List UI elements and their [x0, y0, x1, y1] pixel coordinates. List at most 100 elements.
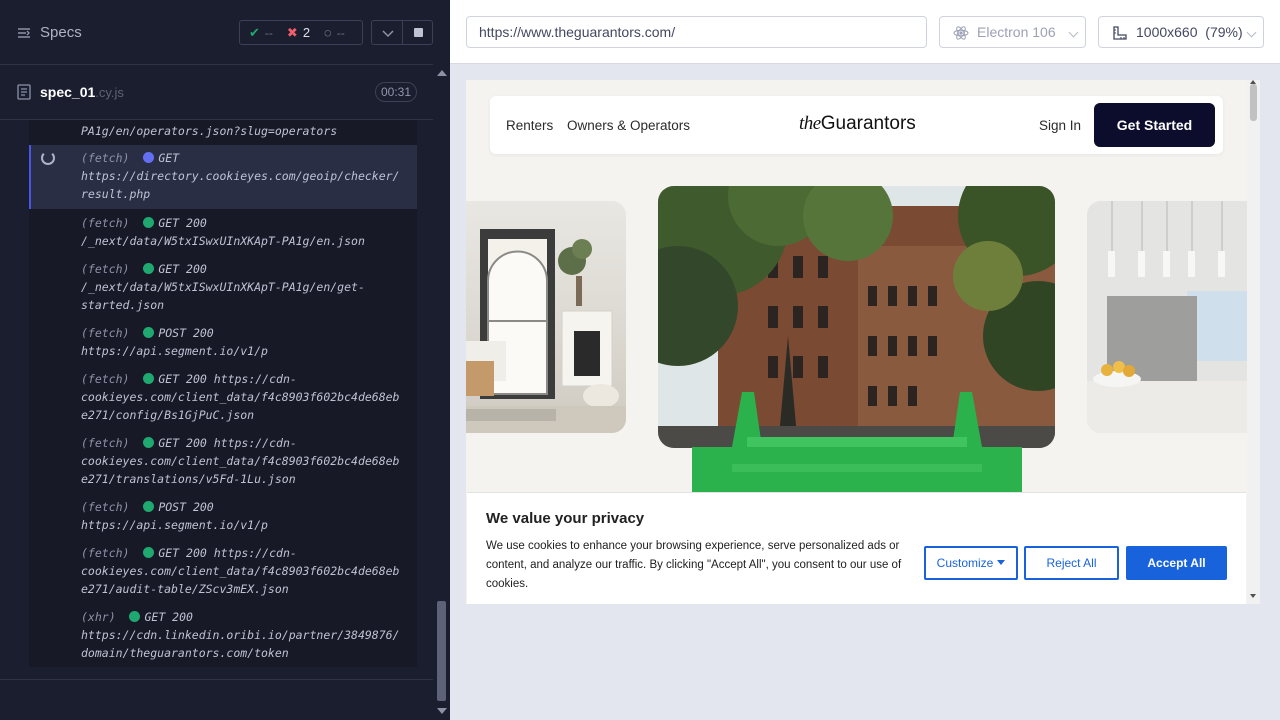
- status-dot-icon: [143, 263, 155, 274]
- check-icon: ✔: [249, 24, 260, 40]
- log-method: GET 200 https://cdn-: [158, 436, 297, 450]
- chevron-down-icon: [1068, 27, 1079, 38]
- get-started-button[interactable]: Get Started: [1094, 103, 1215, 147]
- log-entry-header: (xhr) GET 200: [81, 608, 193, 626]
- green-steps-illustration: [692, 392, 1022, 492]
- passed-count: --: [264, 25, 273, 40]
- preview-toolbar: https://www.theguarantors.com/ Electron …: [450, 0, 1280, 64]
- stats-bar: ✔ -- ✖ 2 ◌ --: [239, 20, 363, 45]
- nav-renters[interactable]: Renters: [506, 118, 553, 133]
- status-dot-icon: [143, 501, 155, 512]
- ruler-icon: [1113, 26, 1127, 40]
- viewport-selector[interactable]: 1000x660 (79%): [1098, 16, 1264, 48]
- stat-failed: ✖ 2: [287, 25, 310, 41]
- log-entry[interactable]: (fetch) GET 200 https://cdn-cookieyes.co…: [29, 368, 417, 432]
- zoom-level: (79%): [1205, 24, 1243, 40]
- log-url: e271/translations/v5Fd-1Lu.json: [81, 472, 296, 486]
- log-entry[interactable]: (fetch) GET 200 https://cdn-cookieyes.co…: [29, 432, 417, 496]
- scrollbar-thumb[interactable]: [437, 601, 446, 701]
- chevron-down-icon: [382, 30, 394, 38]
- cookie-banner: We value your privacy We use cookies to …: [467, 492, 1246, 604]
- loading-spinner-icon: [41, 151, 55, 165]
- pending-count: --: [336, 25, 345, 40]
- specs-label[interactable]: Specs: [40, 24, 82, 41]
- scroll-down-icon[interactable]: [1250, 594, 1256, 598]
- cross-icon: ✖: [286, 24, 298, 40]
- log-type: (fetch): [81, 216, 130, 230]
- browser-selector[interactable]: Electron 106: [939, 16, 1086, 48]
- scroll-up-icon[interactable]: [437, 70, 447, 76]
- log-entry[interactable]: (fetch) GET 200 /_next/data/W5txISwxUInXK…: [29, 212, 417, 258]
- log-method: GET 200 https://cdn-: [158, 372, 297, 386]
- stop-button[interactable]: [402, 20, 433, 45]
- log-entry-header: (fetch) POST 200: [81, 324, 214, 342]
- log-method: GET 200: [158, 216, 207, 230]
- log-type: (fetch): [81, 326, 130, 340]
- log-type: (fetch): [81, 151, 130, 165]
- log-entry[interactable]: (fetch) POST 200 https://api.segment.io/v…: [29, 496, 417, 542]
- log-type: (fetch): [81, 500, 130, 514]
- site-scrollbar[interactable]: [1247, 80, 1260, 604]
- kitchen-image: [1087, 201, 1247, 433]
- log-type: (fetch): [81, 372, 130, 386]
- log-method: GET 200: [158, 262, 207, 276]
- log-url: /_next/data/W5txISwxUInXKApT-PA1g/en.jso…: [81, 234, 365, 248]
- status-dot-icon: [143, 152, 155, 163]
- log-url: https://directory.cookieyes.com/geoip/ch…: [81, 169, 400, 183]
- collapse-button[interactable]: [371, 20, 403, 45]
- log-entry-header: (fetch) GET 200 https://cdn-: [81, 370, 297, 388]
- log-method: POST 200: [158, 500, 214, 514]
- reject-all-button[interactable]: Reject All: [1024, 546, 1119, 580]
- log-url: cookieyes.com/client_data/f4c8903f602bc4…: [81, 564, 400, 578]
- command-log-panel: Specs ✔ -- ✖ 2 ◌ -- spec_01.cy.js 00:31 …: [0, 0, 450, 720]
- log-fragment: PA1g/en/operators.json?slug=operators: [81, 124, 338, 138]
- spec-duration: 00:31: [375, 82, 417, 102]
- cookie-text: We use cookies to enhance your browsing …: [486, 540, 902, 590]
- nav-owners-operators[interactable]: Owners & Operators: [567, 118, 690, 133]
- scroll-down-icon[interactable]: [437, 708, 447, 714]
- log-type: (fetch): [81, 546, 130, 560]
- caret-down-icon: [997, 560, 1006, 565]
- logo-italic: the: [799, 113, 821, 134]
- nav-sign-in[interactable]: Sign In: [1039, 118, 1081, 133]
- url-bar[interactable]: https://www.theguarantors.com/: [466, 16, 927, 48]
- log-url: cookieyes.com/client_data/f4c8903f602bc4…: [81, 390, 400, 404]
- site-frame: Renters Owners & Operators theGuarantors…: [466, 80, 1260, 604]
- customize-button[interactable]: Customize: [924, 546, 1018, 580]
- log-type: (fetch): [81, 262, 130, 276]
- log-entry[interactable]: (fetch) GET 200 https://cdn-cookieyes.co…: [29, 542, 417, 606]
- log-entry[interactable]: (fetch) POST 200 https://api.segment.io/v…: [29, 322, 417, 368]
- log-type: (xhr): [81, 610, 116, 624]
- log-entry-partial[interactable]: PA1g/en/operators.json?slug=operators: [29, 120, 417, 145]
- cookie-title: We value your privacy: [486, 510, 645, 527]
- interior-photo-right: [1087, 201, 1247, 433]
- app-preview-panel: https://www.theguarantors.com/ Electron …: [450, 0, 1280, 720]
- stop-icon: [414, 28, 423, 37]
- status-dot-icon: [143, 547, 155, 558]
- living-room-image: [466, 229, 626, 433]
- status-dot-icon: [143, 373, 155, 384]
- electron-icon: [953, 26, 969, 40]
- site-logo[interactable]: theGuarantors: [799, 113, 916, 135]
- accept-all-button[interactable]: Accept All: [1126, 546, 1227, 580]
- log-entry-active[interactable]: (fetch) GET https://directory.cookieyes.…: [29, 145, 417, 209]
- failed-count: 2: [302, 25, 311, 40]
- chevron-down-icon: [1246, 27, 1257, 38]
- specs-menu-icon[interactable]: [17, 26, 31, 40]
- status-dot-icon: [129, 611, 141, 622]
- log-scrollbar[interactable]: [433, 65, 450, 720]
- log-entry-header: (fetch) GET: [81, 149, 179, 167]
- site-scrollbar-thumb[interactable]: [1250, 84, 1257, 121]
- log-url: e271/config/Bs1GjPuC.json: [81, 408, 255, 422]
- browser-name: Electron 106: [977, 24, 1056, 40]
- log-entry[interactable]: (xhr) GET 200 https://cdn.linkedin.oribi.…: [29, 606, 417, 667]
- spec-extension: .cy.js: [95, 85, 124, 100]
- panel-divider: [0, 679, 433, 680]
- log-entry-header: (fetch) GET 200 https://cdn-: [81, 544, 297, 562]
- log-entry[interactable]: (fetch) GET 200 /_next/data/W5txISwxUInXK…: [29, 258, 417, 322]
- log-method: GET: [158, 151, 180, 165]
- status-dot-icon: [143, 437, 155, 448]
- interior-photo-left: [466, 201, 626, 433]
- log-url: /_next/data/W5txISwxUInXKApT-PA1g/en/get…: [81, 280, 365, 294]
- log-method: POST 200: [158, 326, 214, 340]
